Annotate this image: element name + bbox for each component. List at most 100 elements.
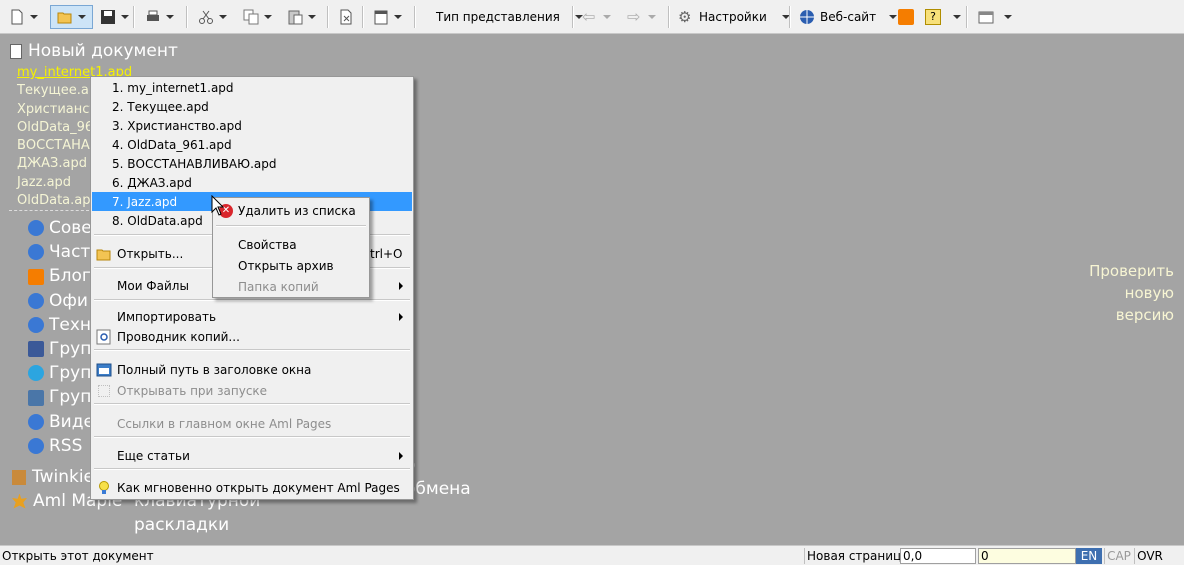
chevron-down-icon[interactable] [889, 15, 898, 19]
layout-button[interactable] [978, 5, 1012, 29]
main-window-links-menu-item[interactable]: Ссылки в главном окне Aml Pages [92, 414, 412, 433]
open-button[interactable] [50, 5, 93, 29]
cut-button[interactable] [198, 5, 227, 29]
divider [9, 210, 89, 211]
link-item[interactable]: Груп [28, 385, 94, 409]
page-label: Новая страница [804, 548, 909, 564]
new-document-label: Новый документ [28, 41, 178, 61]
arrow-right-icon: ⇨ [627, 7, 641, 26]
recent-menu-item[interactable]: 3. Христианство.apd [92, 116, 412, 135]
open-at-startup-menu-item[interactable]: Открывать при запуске [92, 381, 412, 400]
view-type-button[interactable]: Тип представления [430, 5, 583, 29]
chevron-down-icon[interactable] [1004, 15, 1012, 19]
blog-button[interactable] [898, 5, 914, 29]
website-label: Веб-сайт [820, 10, 877, 24]
globe-icon [28, 220, 44, 237]
recent-menu-item[interactable]: 1. my_internet1.apd [92, 78, 412, 97]
status-bar: Открыть этот документ Новая страница 0,0… [0, 545, 1184, 565]
check-update-link[interactable]: Проверить новую версию [1089, 260, 1174, 326]
checkbox-icon [98, 384, 110, 397]
how-to-open-menu-item[interactable]: Как мгновенно открыть документ Aml Pages [92, 478, 412, 497]
properties-menu-item[interactable]: Свойства [238, 238, 297, 252]
window-title-icon [96, 362, 112, 378]
globe-icon [28, 437, 44, 454]
recent-menu-item[interactable]: 2. Текущее.apd [92, 97, 412, 116]
chevron-down-icon[interactable] [648, 15, 656, 19]
close-document-button[interactable] [338, 5, 354, 29]
recent-menu-item[interactable]: 5. ВОССТАНАВЛИВАЮ.apd [92, 154, 412, 173]
notes-button[interactable] [373, 5, 402, 29]
toolbar: Тип представления ⇦ ⇨ ⚙ Настройки Веб-са… [0, 0, 1184, 34]
link-item[interactable]: Блог [28, 264, 94, 288]
paste-icon [287, 9, 303, 25]
globe-icon [799, 9, 815, 25]
open-archive-menu-item[interactable]: Открыть архив [238, 259, 334, 273]
link-item[interactable]: Груп [28, 361, 94, 385]
import-menu-item[interactable]: Импортировать [92, 307, 412, 326]
recent-menu-item[interactable]: 4. OldData_961.apd [92, 135, 412, 154]
help-icon: ? [925, 9, 941, 25]
chevron-down-icon[interactable] [264, 15, 272, 19]
link-item[interactable]: Офи [28, 289, 94, 313]
recent-menu-item[interactable]: 6. ДЖАЗ.apd [92, 173, 412, 192]
forward-button[interactable]: ⇨ [627, 5, 656, 29]
link-item[interactable]: Виде [28, 410, 94, 434]
chevron-down-icon[interactable] [30, 15, 38, 19]
document-close-icon [338, 9, 354, 25]
chevron-down-icon[interactable] [953, 15, 961, 19]
chevron-right-icon [399, 451, 403, 460]
copy-button[interactable] [243, 5, 272, 29]
document-icon [10, 43, 22, 59]
magnifier-icon [96, 329, 112, 345]
remove-from-list-menu-item[interactable]: ✕ Удалить из списка [219, 204, 356, 218]
chevron-down-icon[interactable] [603, 15, 611, 19]
link-item[interactable]: Груп [28, 337, 94, 361]
full-path-menu-item[interactable]: Полный путь в заголовке окна [92, 360, 412, 379]
printer-icon [145, 9, 161, 25]
paste-button[interactable] [287, 5, 316, 29]
globe-icon [28, 413, 44, 430]
lightbulb-icon [96, 480, 112, 496]
folder-open-icon [96, 246, 112, 262]
globe-icon [28, 292, 44, 309]
save-button[interactable] [100, 5, 129, 29]
chevron-down-icon[interactable] [78, 15, 86, 19]
value-field-1[interactable]: 0,0 [900, 548, 976, 564]
save-icon [100, 9, 116, 25]
new-document-link[interactable]: Новый документ [10, 41, 178, 61]
blogger-icon [898, 9, 914, 25]
recent-context-menu: ✕ Удалить из списка Свойства Открыть арх… [212, 197, 370, 298]
value-field-2[interactable]: 0 [978, 548, 1076, 564]
chevron-down-icon[interactable] [308, 15, 316, 19]
telegram-icon [28, 365, 44, 382]
chevron-right-icon [399, 312, 403, 321]
link-item[interactable]: Техн [28, 313, 94, 337]
globe-icon [28, 244, 44, 261]
chevron-down-icon[interactable] [394, 15, 402, 19]
help-button[interactable]: ? [925, 5, 961, 29]
backup-explorer-menu-item[interactable]: Проводник копий... [92, 327, 412, 346]
maple-leaf-icon [12, 493, 27, 509]
chevron-down-icon[interactable] [219, 15, 227, 19]
clipboard-icon [12, 469, 26, 485]
shortcut-label: trl+O [370, 246, 403, 261]
more-articles-menu-item[interactable]: Еще статьи [92, 446, 412, 465]
settings-button[interactable]: ⚙ Настройки [678, 5, 790, 29]
website-button[interactable]: Веб-сайт [799, 5, 898, 29]
backup-folder-menu-item[interactable]: Папка копий [238, 280, 319, 294]
chevron-right-icon [399, 281, 403, 290]
chevron-down-icon[interactable] [166, 15, 174, 19]
link-item[interactable]: Част [28, 240, 94, 264]
blogger-icon [28, 268, 44, 285]
chevron-down-icon[interactable] [121, 15, 129, 19]
print-button[interactable] [145, 5, 174, 29]
mouse-cursor-icon [211, 195, 225, 216]
new-document-button[interactable] [9, 5, 38, 29]
language-indicator: EN [1076, 548, 1102, 564]
link-item[interactable]: RSS [28, 434, 94, 458]
window-layout-icon [978, 9, 994, 25]
folder-open-icon [57, 9, 73, 25]
link-item[interactable]: Сове [28, 216, 94, 240]
back-button[interactable]: ⇦ [582, 5, 611, 29]
status-message: Открыть этот документ [2, 549, 154, 563]
